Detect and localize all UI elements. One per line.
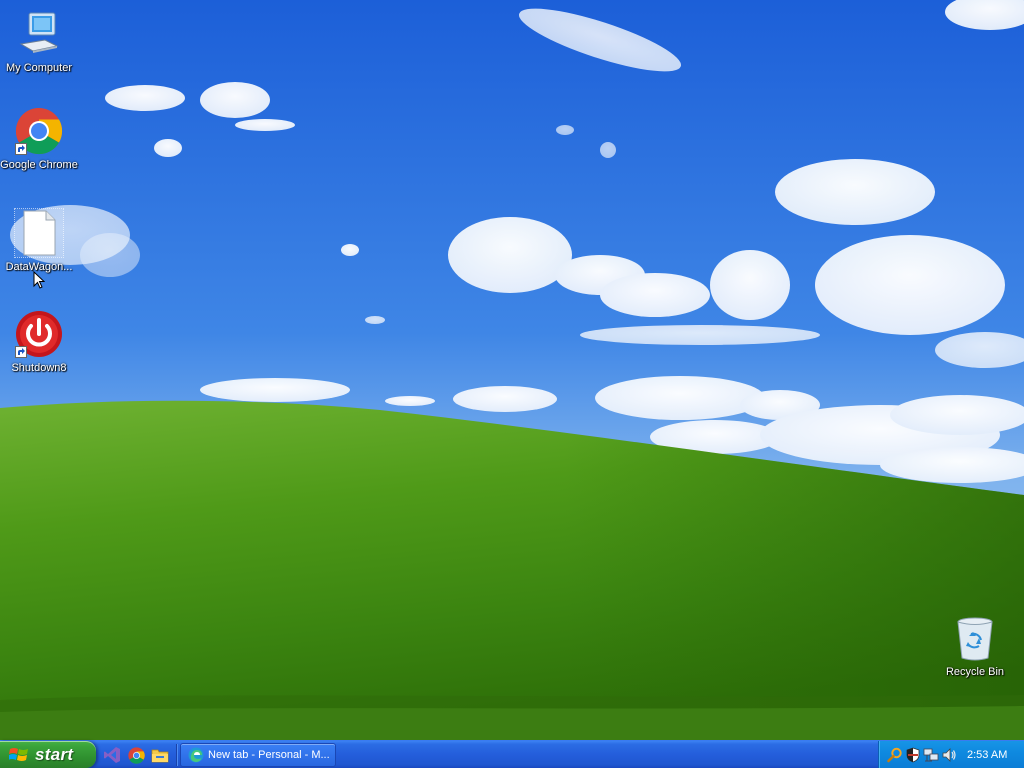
search-magnifier-icon[interactable] (887, 747, 903, 763)
document-file-icon (14, 208, 64, 258)
taskbar-clock[interactable]: 2:53 AM (967, 749, 1007, 761)
visual-studio-icon[interactable] (102, 745, 122, 765)
chrome-icon (15, 107, 63, 155)
start-label: start (35, 744, 74, 764)
security-shield-icon[interactable] (905, 747, 921, 763)
desktop-icon-label: DataWagon... (5, 261, 73, 273)
desktop-icon-recycle-bin[interactable]: Recycle Bin (936, 614, 1014, 679)
desktop-wallpaper (0, 0, 1024, 740)
taskbar: start New tab - Personal - M... 2:53 AM (0, 740, 1024, 768)
shortcut-arrow-icon (15, 143, 27, 155)
volume-icon[interactable] (941, 747, 957, 763)
desktop-icon-google-chrome[interactable]: Google Chrome (0, 107, 78, 172)
taskbar-button-label: New tab - Personal - M... (208, 749, 330, 761)
desktop-icon-label: Google Chrome (0, 159, 78, 171)
desktop-icon-shutdown8[interactable]: Shutdown8 (0, 310, 78, 375)
edge-icon (188, 747, 204, 763)
file-explorer-icon[interactable] (150, 745, 170, 765)
my-computer-icon (15, 10, 63, 58)
network-icon[interactable] (923, 747, 939, 763)
power-icon (15, 310, 63, 358)
start-button[interactable]: start (0, 741, 96, 768)
system-tray: 2:53 AM (878, 741, 1024, 768)
taskbar-separator (176, 744, 178, 766)
desktop-icon-label: My Computer (5, 62, 73, 74)
chrome-icon[interactable] (126, 745, 146, 765)
shortcut-arrow-icon (15, 346, 27, 358)
desktop-icon-my-computer[interactable]: My Computer (0, 10, 78, 75)
recycle-bin-icon (951, 614, 999, 662)
windows-logo-icon (9, 747, 28, 761)
quick-launch-bar (102, 743, 170, 767)
desktop-icon-datawagon[interactable]: DataWagon... (0, 208, 78, 274)
desktop-icon-label: Recycle Bin (945, 666, 1005, 678)
desktop-icon-label: Shutdown8 (11, 362, 67, 374)
taskbar-button-edge[interactable]: New tab - Personal - M... (180, 743, 336, 767)
